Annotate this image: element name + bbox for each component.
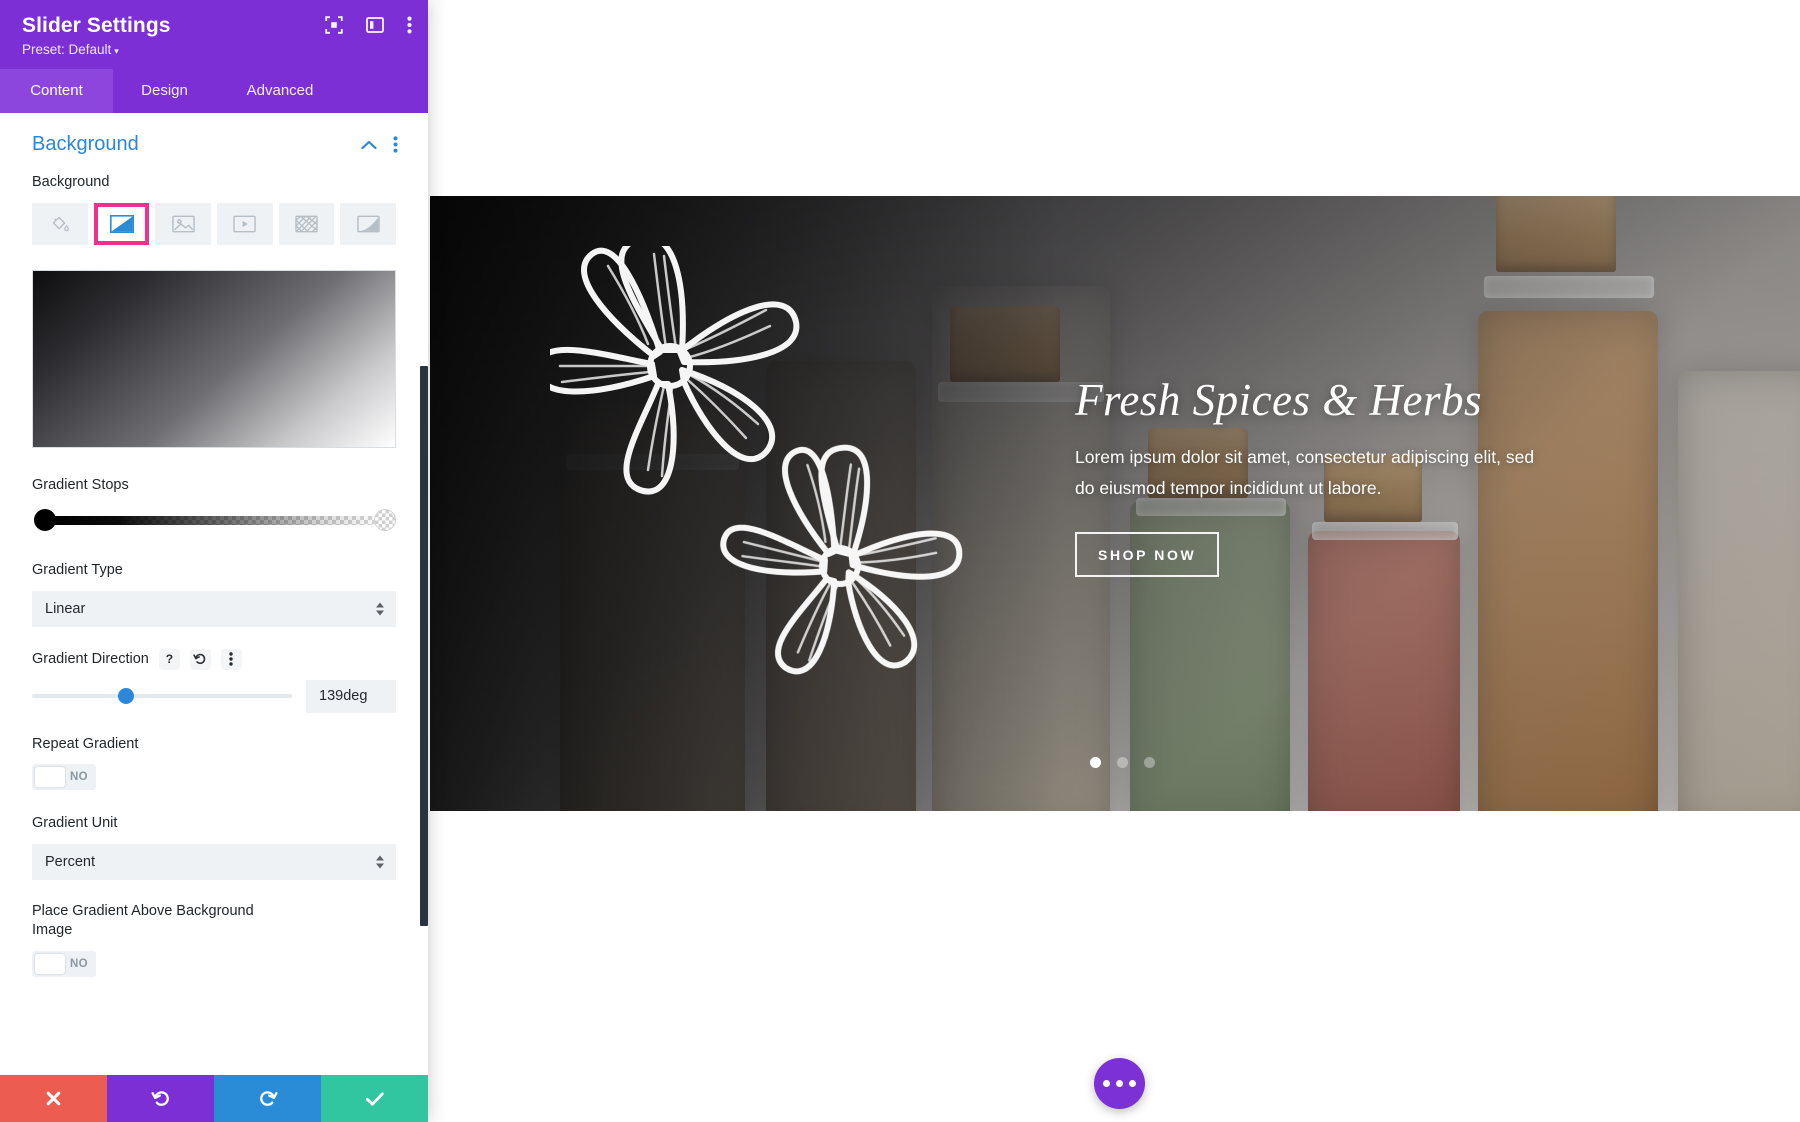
toggle-knob <box>35 953 65 974</box>
mask-icon <box>356 215 380 232</box>
slider-track <box>32 694 292 699</box>
paint-bucket-icon <box>53 216 70 232</box>
gradient-stops-track[interactable] <box>44 516 384 526</box>
place-gradient-above-toggle[interactable]: NO <box>32 950 96 977</box>
panel-tabs: Content Design Advanced <box>0 69 428 113</box>
tab-design[interactable]: Design <box>113 69 216 113</box>
repeat-gradient-value: NO <box>69 771 89 784</box>
gradient-preview[interactable] <box>32 269 396 448</box>
gradient-unit-label: Gradient Unit <box>32 815 118 832</box>
panel-header-icons <box>325 16 412 34</box>
gradient-type-label: Gradient Type <box>32 562 123 579</box>
panel-header: Slider Settings Preset: Default ▾ <box>0 0 428 69</box>
gradient-unit-select[interactable]: Percent <box>32 843 396 880</box>
more-horizontal-icon <box>1103 1080 1110 1087</box>
chevron-down-icon: ▾ <box>114 46 119 56</box>
gradient-stops-field: Gradient Stops <box>0 476 428 534</box>
toggle-knob <box>35 767 65 788</box>
gradient-direction-input[interactable]: 139deg <box>306 679 396 713</box>
slider-title: Fresh Spices & Herbs <box>1075 375 1483 425</box>
preset-selector[interactable]: Preset: Default ▾ <box>22 42 406 57</box>
shop-now-button[interactable]: SHOP NOW <box>1075 531 1220 577</box>
gradient-type-select[interactable]: Linear <box>32 590 396 627</box>
background-video-option[interactable] <box>217 202 273 245</box>
slider-dot-1[interactable] <box>1090 757 1101 768</box>
slider-subtitle: Lorem ipsum dolor sit amet, consectetur … <box>1075 446 1535 498</box>
slider-settings-panel: Slider Settings Preset: Default ▾ Conten… <box>0 0 428 1122</box>
repeat-gradient-toggle[interactable]: NO <box>32 764 96 791</box>
section-title: Background <box>32 133 139 155</box>
gradient-stop-handle-2[interactable] <box>374 509 396 532</box>
gradient-stops-slider[interactable] <box>32 509 396 533</box>
panel-scrollbar-thumb[interactable] <box>420 366 428 926</box>
gradient-unit-field: Gradient Unit Percent <box>0 814 428 880</box>
background-color-option[interactable] <box>32 202 88 245</box>
star-anise-illustration <box>550 246 1020 706</box>
slider-module[interactable]: Fresh Spices & Herbs Lorem ipsum dolor s… <box>430 196 1800 811</box>
slider-dot-3[interactable] <box>1144 757 1155 768</box>
undo-button[interactable] <box>107 1075 214 1122</box>
place-gradient-above-field: Place Gradient Above Background Image NO <box>0 902 428 979</box>
select-arrows-icon <box>376 602 384 616</box>
slider-copy: Fresh Spices & Herbs Lorem ipsum dolor s… <box>1075 376 1545 577</box>
tab-advanced[interactable]: Advanced <box>216 69 344 113</box>
gradient-stops-label: Gradient Stops <box>32 476 129 493</box>
more-vertical-icon[interactable] <box>220 648 242 670</box>
layout-panel-icon[interactable] <box>366 17 384 33</box>
slider-thumb[interactable] <box>117 688 134 705</box>
cancel-button[interactable] <box>0 1075 107 1122</box>
more-vertical-icon[interactable] <box>407 16 412 34</box>
preset-label: Preset: Default <box>22 42 112 57</box>
background-image-option[interactable] <box>155 202 212 245</box>
gradient-type-field: Gradient Type Linear <box>0 561 428 627</box>
place-gradient-above-label: Place Gradient Above Background Image <box>32 902 254 939</box>
page-settings-fab[interactable] <box>1094 1058 1145 1109</box>
undo-icon <box>150 1090 169 1106</box>
panel-action-bar <box>0 1075 428 1122</box>
background-type-field: Background <box>0 173 428 448</box>
slider-dot-2[interactable] <box>1117 757 1128 768</box>
gradient-direction-field: Gradient Direction ? 139deg <box>0 648 428 713</box>
background-section-header: Background <box>0 113 428 173</box>
check-icon <box>365 1091 384 1106</box>
tab-content[interactable]: Content <box>0 69 113 113</box>
background-mask-option[interactable] <box>340 202 397 245</box>
panel-body: Background Background Gradient Stops Gra… <box>0 113 428 1075</box>
reset-icon[interactable] <box>189 648 211 670</box>
select-arrows-icon <box>376 855 384 869</box>
gradient-direction-slider[interactable] <box>32 686 292 706</box>
gradient-stop-handle-1[interactable] <box>34 509 56 532</box>
more-horizontal-icon <box>1129 1080 1136 1087</box>
video-icon <box>233 215 257 232</box>
background-type-group <box>32 202 397 245</box>
background-pattern-option[interactable] <box>278 202 335 245</box>
redo-button[interactable] <box>214 1075 321 1122</box>
pattern-icon <box>295 215 318 232</box>
close-icon <box>46 1091 61 1106</box>
background-gradient-option[interactable] <box>93 202 150 245</box>
more-vertical-icon[interactable] <box>393 136 398 153</box>
gradient-direction-label: Gradient Direction <box>32 651 149 668</box>
question-mark-icon[interactable]: ? <box>158 648 180 670</box>
slider-pagination[interactable] <box>1090 757 1155 768</box>
panel-scrollbar[interactable] <box>419 113 428 1075</box>
repeat-gradient-label: Repeat Gradient <box>32 735 139 752</box>
chevron-up-icon[interactable] <box>361 140 377 150</box>
gradient-type-value: Linear <box>45 600 86 617</box>
focus-icon[interactable] <box>325 16 343 34</box>
redo-icon <box>259 1090 278 1106</box>
gradient-icon <box>109 214 134 233</box>
background-label: Background <box>32 174 110 190</box>
image-icon <box>171 215 195 232</box>
more-horizontal-icon <box>1116 1080 1123 1087</box>
repeat-gradient-field: Repeat Gradient NO <box>0 735 428 793</box>
save-button[interactable] <box>321 1075 428 1122</box>
gradient-unit-value: Percent <box>45 853 95 870</box>
place-gradient-above-value: NO <box>69 957 89 970</box>
